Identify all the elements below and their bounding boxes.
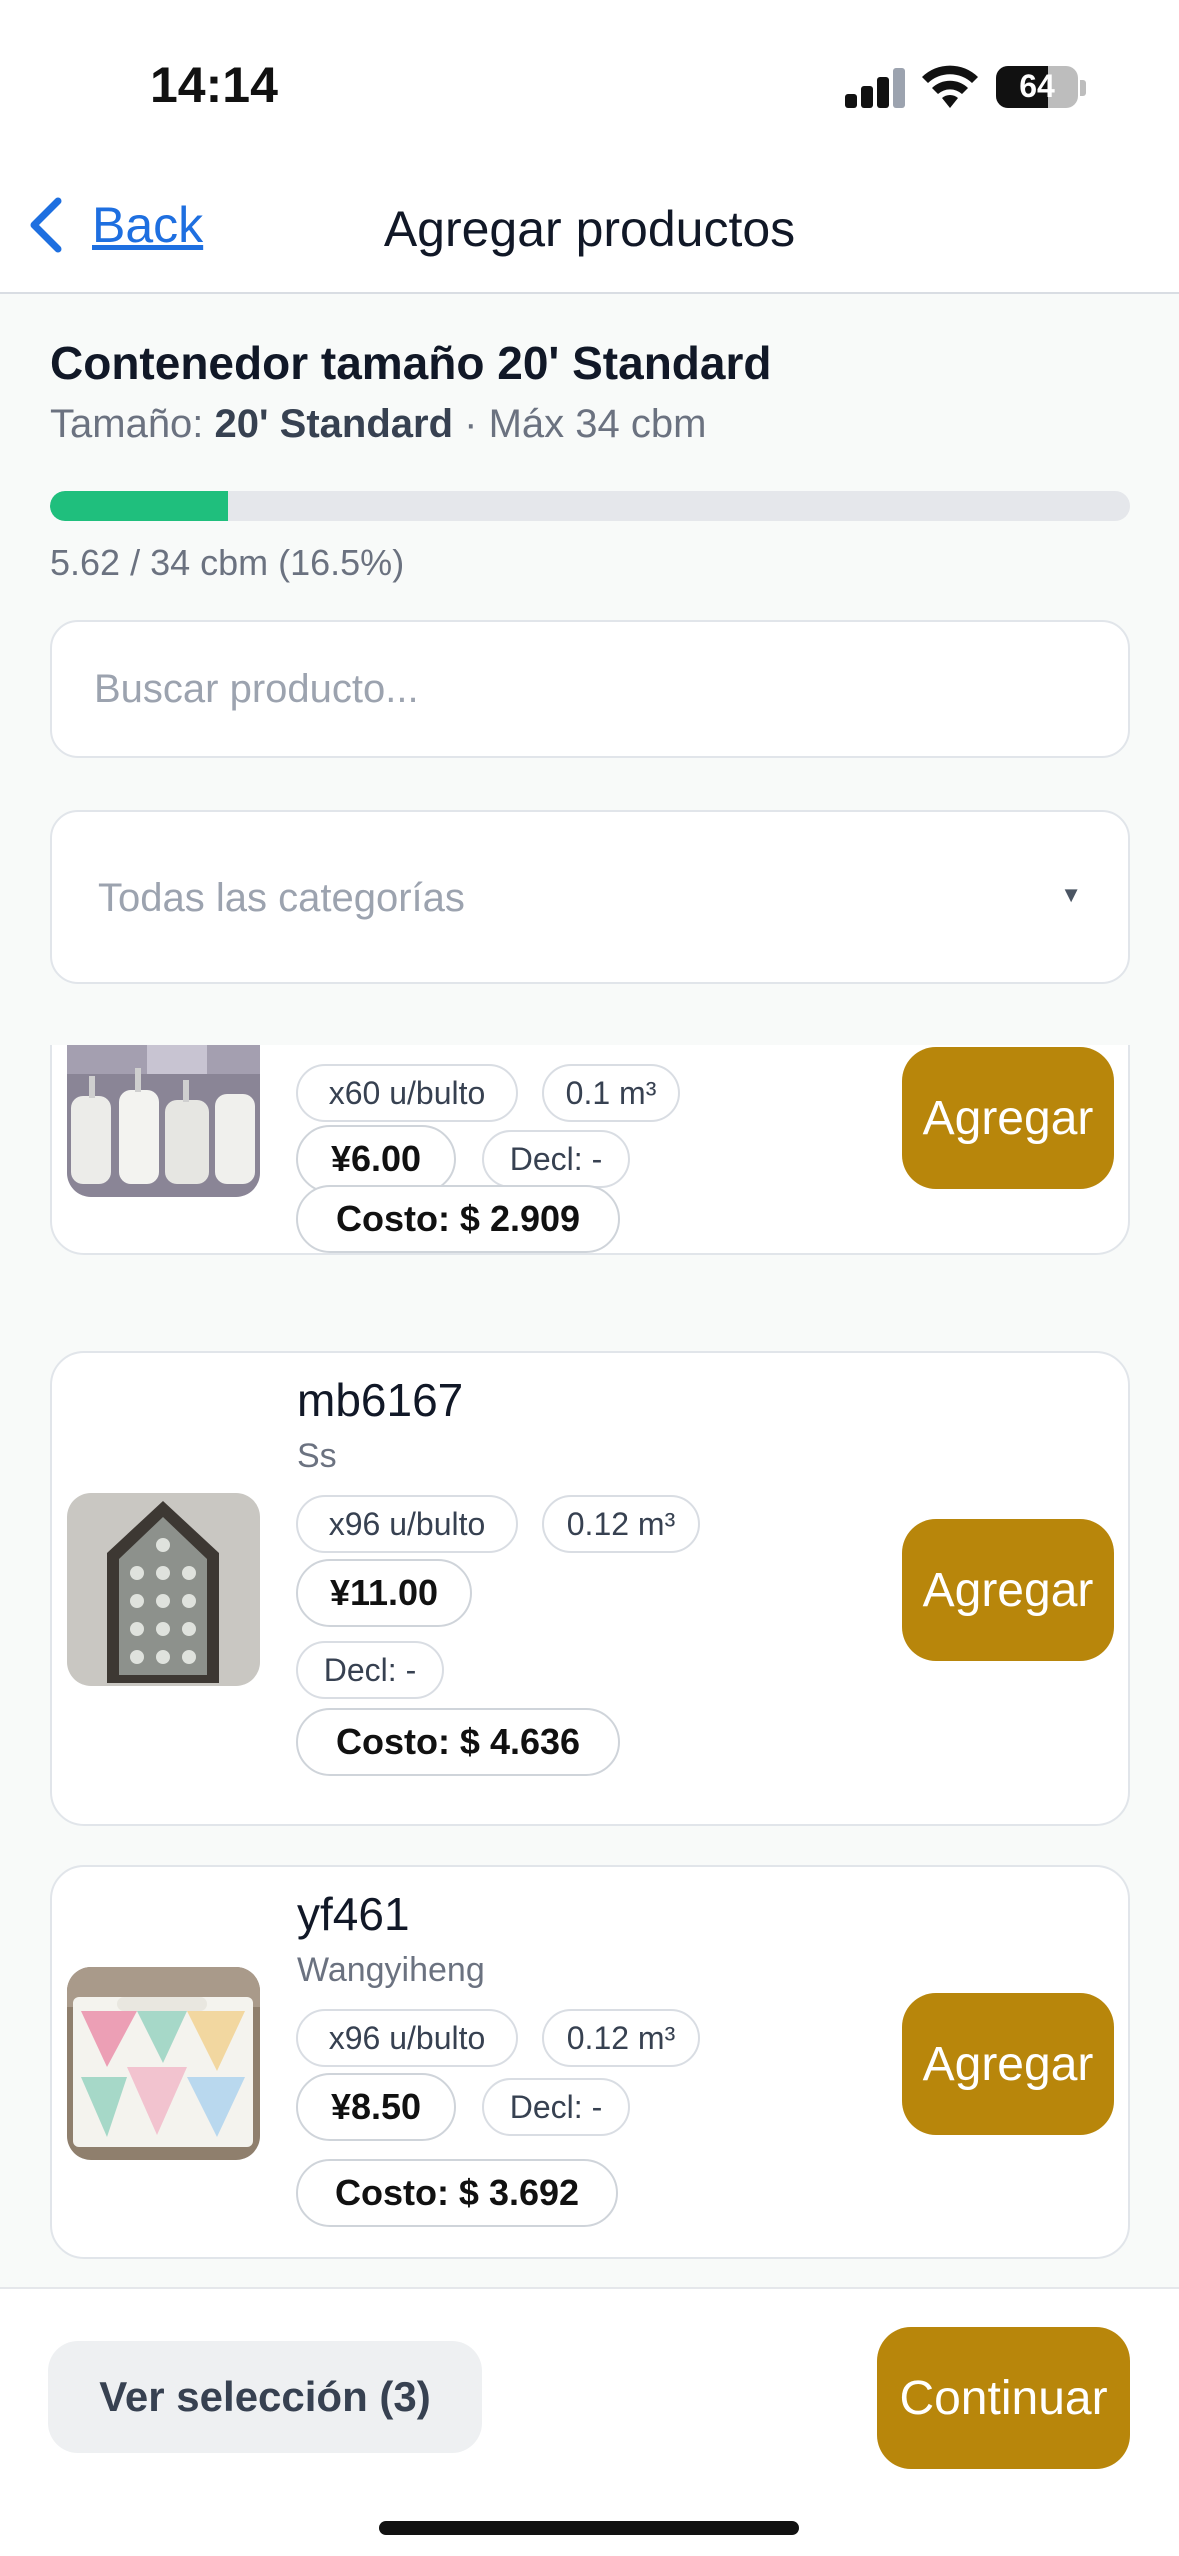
size-value: 20' Standard <box>214 402 454 446</box>
continue-button[interactable]: Continuar <box>877 2327 1130 2469</box>
add-button[interactable]: Agregar <box>902 1519 1114 1661</box>
caret-down-icon: ▼ <box>1060 882 1082 907</box>
home-indicator[interactable] <box>379 2521 799 2535</box>
product-thumbnail <box>67 1493 260 1686</box>
volume-chip: 0.12 m³ <box>542 1495 700 1553</box>
battery-tip <box>1080 80 1086 96</box>
declared-chip: Decl: - <box>296 1641 444 1699</box>
wifi-icon <box>922 65 978 108</box>
size-prefix: Tamaño: <box>50 402 204 446</box>
cost-chip: Costo: $ 3.692 <box>296 2159 618 2227</box>
price-chip: ¥11.00 <box>296 1559 472 1627</box>
max-capacity: · Máx 34 cbm <box>464 402 707 446</box>
product-image <box>67 1045 260 1197</box>
container-subtitle: Tamaño: 20' Standard · Máx 34 cbm <box>50 402 706 447</box>
view-selection-button[interactable]: Ver selección (3) <box>48 2341 482 2453</box>
price-chip: ¥6.00 <box>296 1125 456 1193</box>
category-select[interactable]: Todas las categorías ▼ <box>50 810 1130 984</box>
volume-chip: 0.12 m³ <box>542 2009 700 2067</box>
search-input[interactable] <box>52 622 1128 756</box>
status-time: 14:14 <box>150 57 278 113</box>
units-per-package: x96 u/bulto <box>296 2009 518 2067</box>
product-brand: Wangyiheng <box>297 1951 485 1989</box>
units-per-package: x96 u/bulto <box>296 1495 518 1553</box>
signal-icon <box>845 68 907 108</box>
battery-icon: 64 <box>996 66 1078 108</box>
bottom-action-bar: Ver selección (3) Continuar <box>0 2287 1179 2556</box>
container-title: Contenedor tamaño 20' Standard <box>50 337 772 389</box>
status-bar: 14:14 64 <box>0 0 1179 170</box>
product-name: mb6167 <box>297 1374 464 1426</box>
product-card: x60 u/bulto 0.1 m³ ¥6.00 Decl: - Costo: … <box>50 1045 1130 1255</box>
capacity-progress-bar <box>50 491 1130 521</box>
volume-chip: 0.1 m³ <box>542 1064 680 1122</box>
product-list[interactable]: x60 u/bulto 0.1 m³ ¥6.00 Decl: - Costo: … <box>0 1045 1179 2287</box>
battery-level: 64 <box>1019 68 1055 104</box>
price-chip: ¥8.50 <box>296 2073 456 2141</box>
nav-bar: Back Agregar productos <box>0 170 1179 294</box>
capacity-progress-text: 5.62 / 34 cbm (16.5%) <box>50 542 405 583</box>
declared-chip: Decl: - <box>482 2078 630 2136</box>
cost-chip: Costo: $ 2.909 <box>296 1185 620 1253</box>
page-title: Agregar productos <box>383 201 796 257</box>
product-card: yf461 Wangyiheng x96 u/bulto 0.12 m³ ¥8.… <box>50 1865 1130 2259</box>
add-button[interactable]: Agregar <box>902 1047 1114 1189</box>
category-selected: Todas las categorías <box>98 876 465 920</box>
product-thumbnail <box>67 1045 260 1197</box>
product-image <box>67 1967 260 2160</box>
capacity-progress-fill <box>50 491 229 521</box>
cost-chip: Costo: $ 4.636 <box>296 1708 620 1776</box>
product-image <box>67 1493 260 1686</box>
product-brand: Ss <box>297 1437 337 1475</box>
declared-chip: Decl: - <box>482 1130 630 1188</box>
add-button[interactable]: Agregar <box>902 1993 1114 2135</box>
product-thumbnail <box>67 1967 260 2160</box>
product-name: yf461 <box>297 1888 410 1940</box>
units-per-package: x60 u/bulto <box>296 1064 518 1122</box>
search-box <box>50 620 1130 758</box>
product-card: mb6167 Ss x96 u/bulto 0.12 m³ ¥11.00 Dec… <box>50 1351 1130 1826</box>
